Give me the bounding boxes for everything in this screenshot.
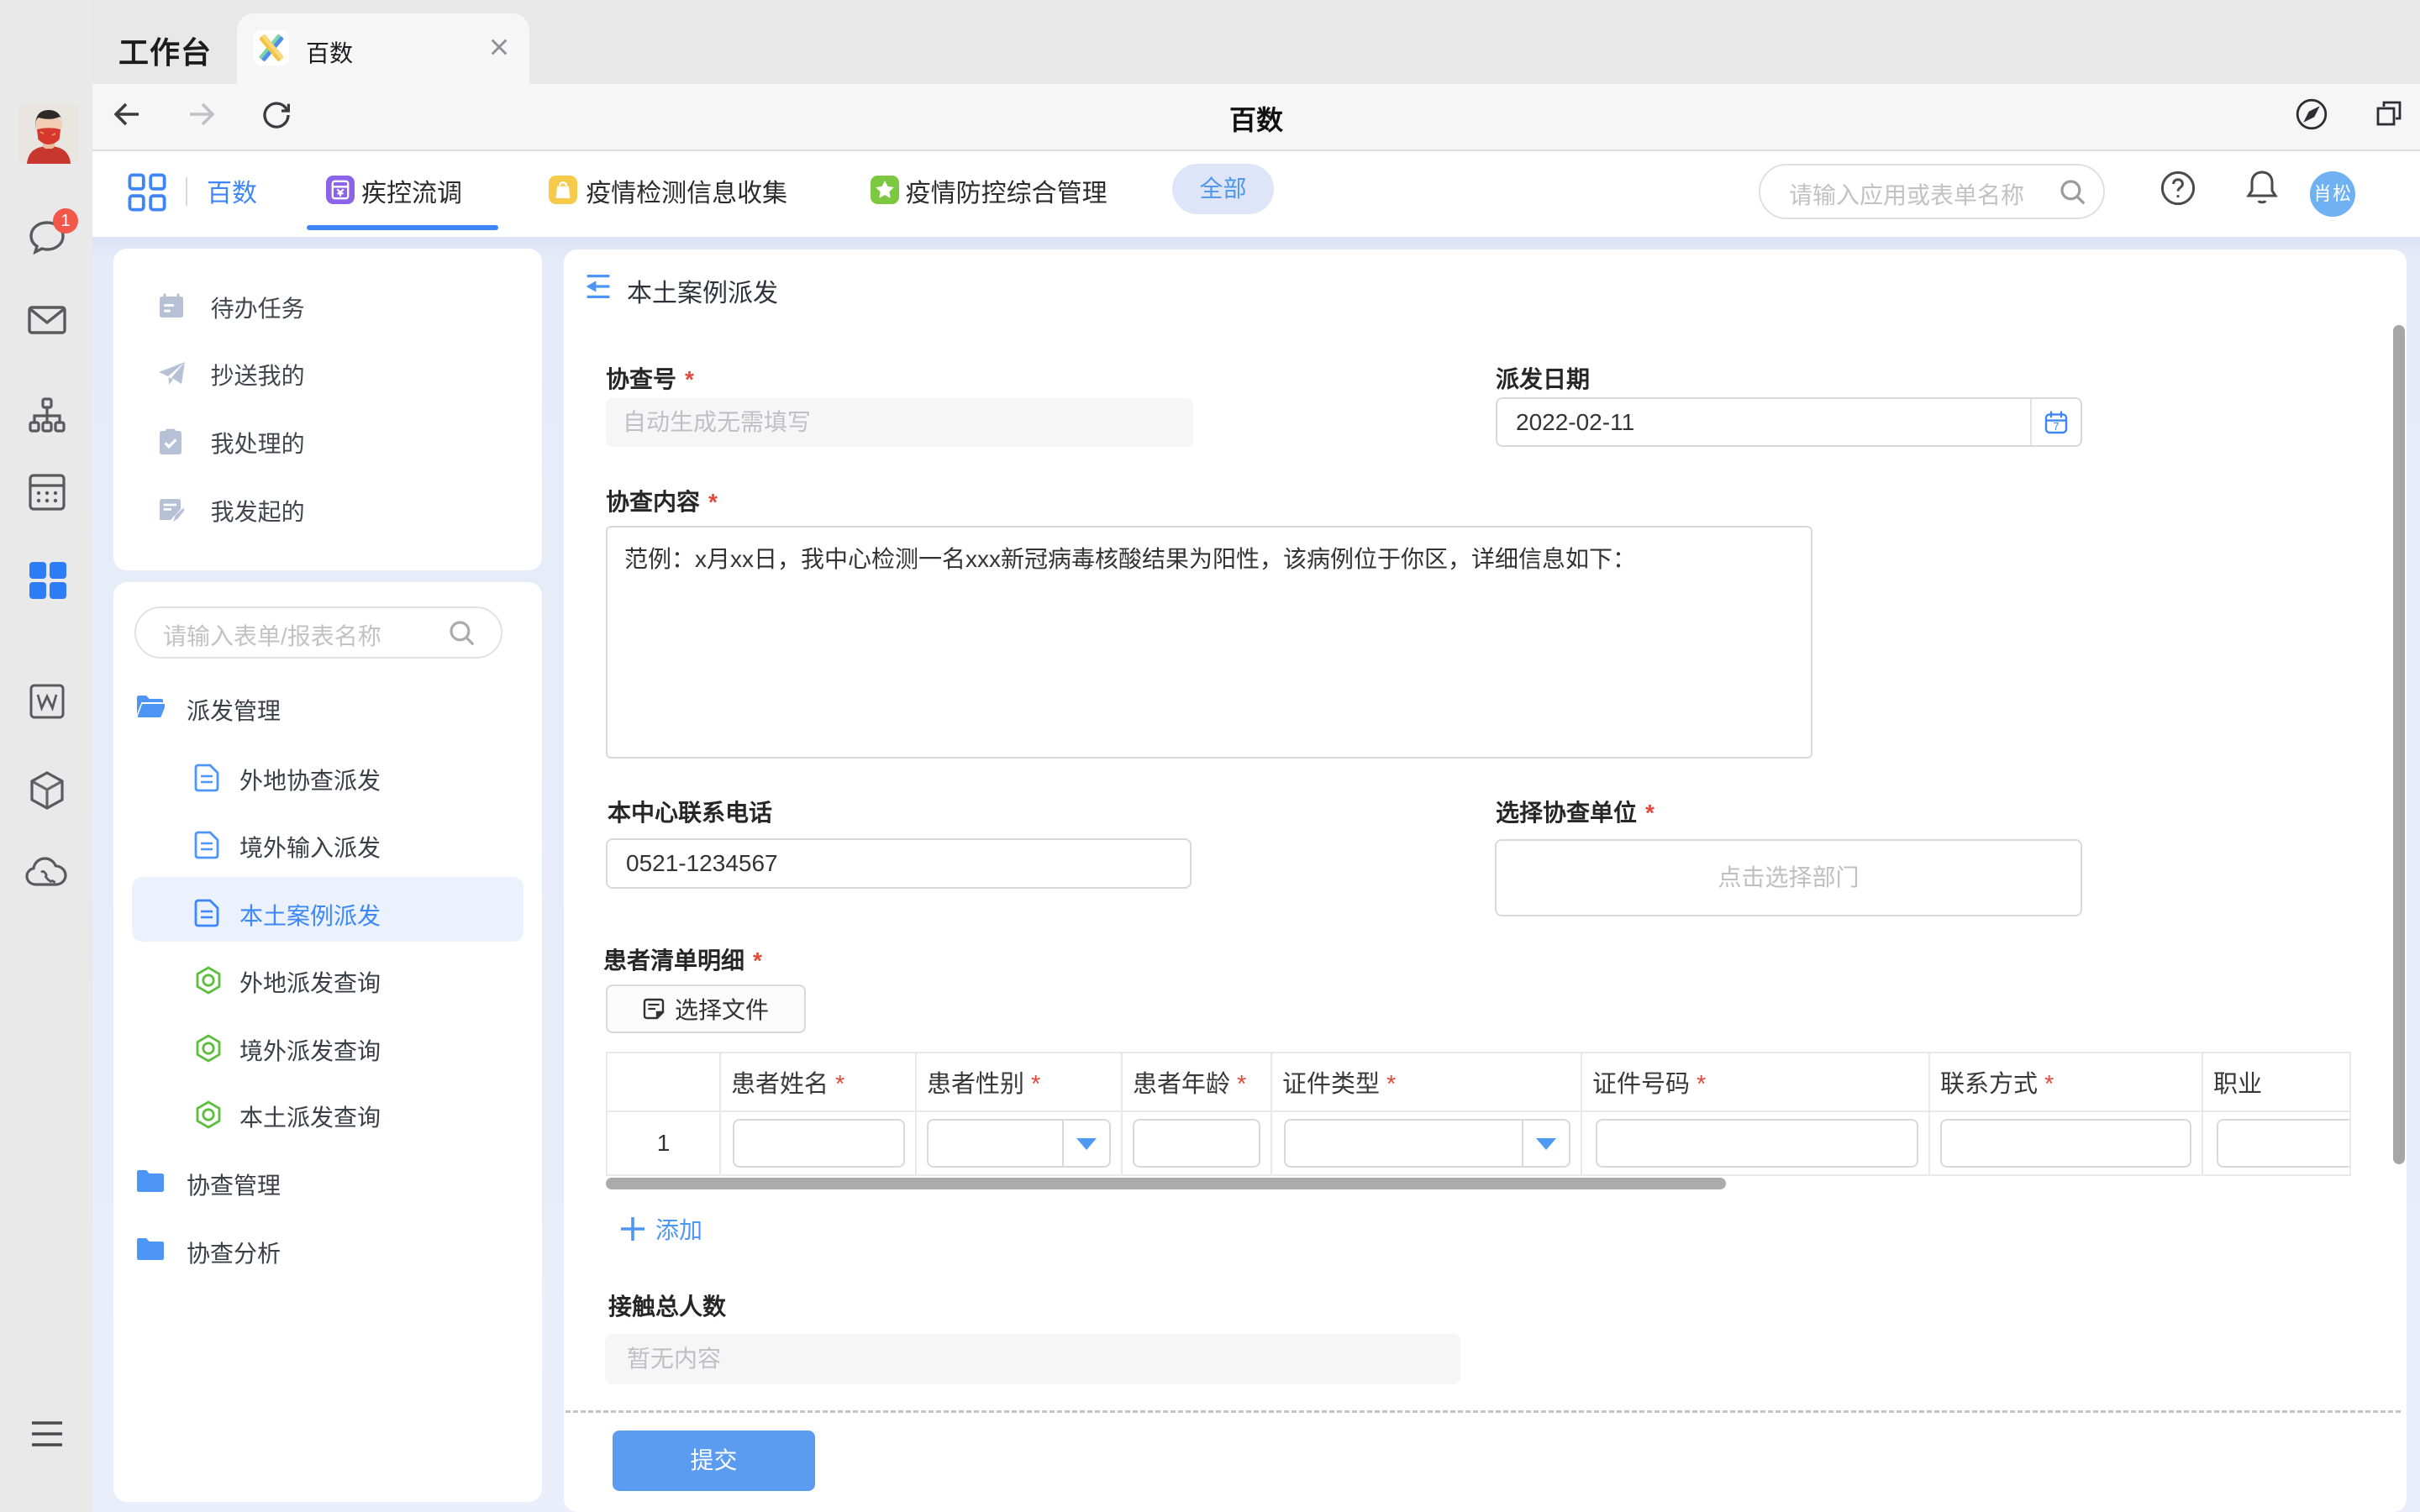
svg-text:7: 7 <box>2053 420 2059 433</box>
